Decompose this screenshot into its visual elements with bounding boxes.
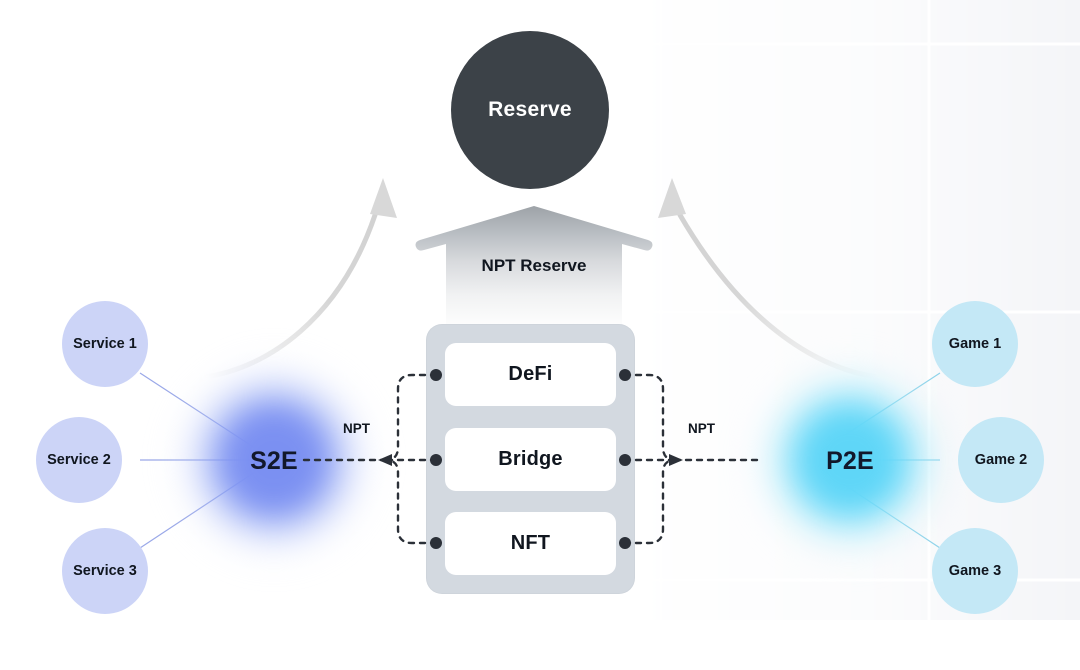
arrowhead-left-junction (378, 454, 392, 466)
dashed-bus-right (623, 373, 764, 545)
dashed-bus-left (298, 373, 438, 545)
connector-dots-left (430, 369, 442, 549)
diagram-canvas: NPT Reserve S2E P2E Service 1 Service 2 … (0, 0, 1080, 670)
dashed-connectors (298, 369, 764, 549)
arrowhead-right-junction (669, 454, 683, 466)
connector-dots-right (619, 369, 631, 549)
